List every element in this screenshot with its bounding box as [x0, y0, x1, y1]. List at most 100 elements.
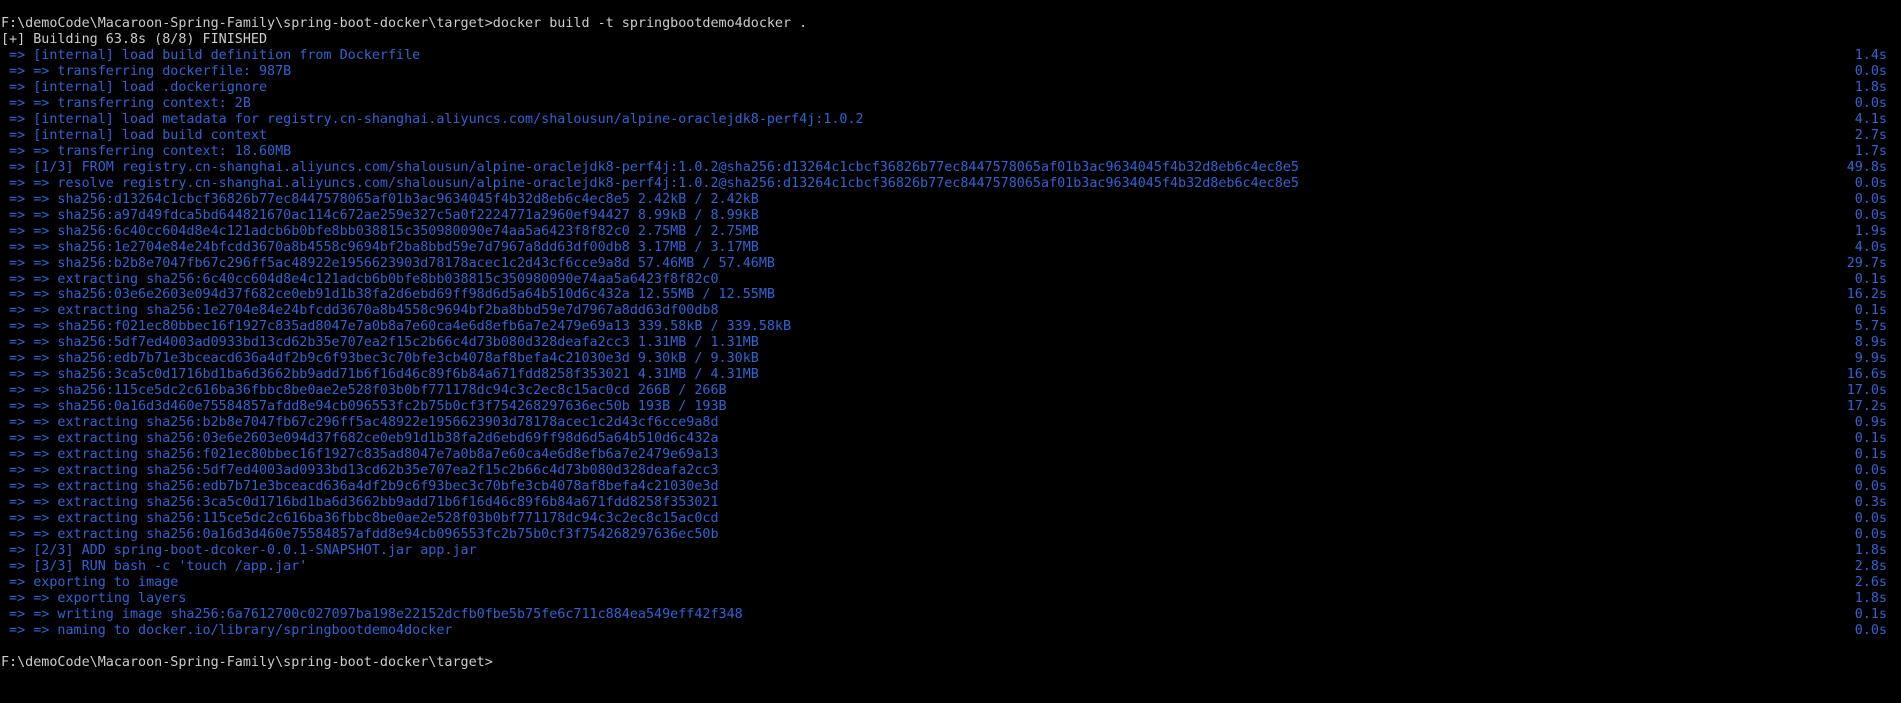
build-step-time: 0.1s	[1854, 271, 1887, 287]
build-output-line: => => sha256:115ce5dc2c616ba36fbbc8be0ae…	[0, 383, 1901, 399]
build-output-line: => => transferring context: 2B 0.0s	[0, 96, 1901, 112]
build-output-line: => => extracting sha256:1e2704e84e24bfcd…	[0, 303, 1901, 319]
build-step-text: => => sha256:0a16d3d460e75584857afdd8e94…	[1, 399, 727, 415]
terminal-window[interactable]: F:\demoCode\Macaroon-Spring-Family\sprin…	[0, 0, 1901, 672]
build-output-line: => => sha256:0a16d3d460e75584857afdd8e94…	[0, 399, 1901, 415]
build-output-line: => [internal] load .dockerignore 1.8s	[0, 80, 1901, 96]
build-step-text: => => sha256:6c40cc604d8e4c121adcb6b0bfe…	[1, 223, 759, 239]
build-step-text: => => extracting sha256:5df7ed4003ad0933…	[1, 463, 719, 479]
build-step-text: => => extracting sha256:115ce5dc2c616ba3…	[1, 511, 719, 527]
build-step-time: 0.1s	[1854, 303, 1887, 319]
build-step-time: 0.0s	[1854, 207, 1887, 223]
build-output-line: => => transferring dockerfile: 987B 0.0s	[0, 64, 1901, 80]
build-output-line: => => extracting sha256:edb7b71e3bceacd6…	[0, 479, 1901, 495]
build-step-time: 17.2s	[1846, 399, 1887, 415]
build-step-time: 0.0s	[1854, 622, 1887, 638]
build-step-text: => [internal] load build context	[1, 127, 268, 143]
build-step-text: => => extracting sha256:edb7b71e3bceacd6…	[1, 479, 719, 495]
final-prompt-line[interactable]: F:\demoCode\Macaroon-Spring-Family\sprin…	[0, 655, 1901, 671]
build-output-line: => => sha256:b2b8e7047fb67c296ff5ac48922…	[0, 256, 1901, 272]
build-output-line: => => sha256:1e2704e84e24bfcdd3670a8b455…	[0, 240, 1901, 256]
build-step-time: 0.3s	[1854, 495, 1887, 511]
command-line: F:\demoCode\Macaroon-Spring-Family\sprin…	[0, 16, 1901, 32]
build-step-time: 29.7s	[1846, 255, 1887, 271]
build-step-time: 0.0s	[1854, 95, 1887, 111]
build-output-line: => => extracting sha256:6c40cc604d8e4c12…	[0, 272, 1901, 288]
build-output-line: => => exporting layers 1.8s	[0, 591, 1901, 607]
build-header-text: [+] Building 63.8s (8/8) FINISHED	[1, 31, 268, 47]
build-step-text: => => sha256:edb7b71e3bceacd636a4df2b9c6…	[1, 351, 759, 367]
build-step-text: => => extracting sha256:03e6e2603e094d37…	[1, 431, 719, 447]
build-step-text: => => sha256:03e6e2603e094d37f682ce0eb91…	[1, 287, 775, 303]
build-step-text: => [1/3] FROM registry.cn-shanghai.aliyu…	[1, 159, 1299, 175]
build-step-time: 1.8s	[1854, 590, 1887, 606]
build-step-text: => => exporting layers	[1, 590, 187, 606]
build-step-time: 0.1s	[1854, 431, 1887, 447]
build-output-line: => [internal] load metadata for registry…	[0, 112, 1901, 128]
build-step-time: 0.1s	[1854, 606, 1887, 622]
build-step-time: 0.9s	[1854, 415, 1887, 431]
build-step-text: => [internal] load .dockerignore	[1, 79, 268, 95]
build-output: => [internal] load build definition from…	[0, 48, 1901, 639]
build-step-text: => => sha256:a97d49fdca5bd644821670ac114…	[1, 207, 759, 223]
build-step-text: => [2/3] ADD spring-boot-dcoker-0.0.1-SN…	[1, 542, 477, 558]
build-step-time: 16.2s	[1846, 287, 1887, 303]
build-step-time: 4.0s	[1854, 239, 1887, 255]
build-step-time: 0.0s	[1854, 63, 1887, 79]
build-step-time: 1.4s	[1854, 47, 1887, 63]
build-output-line: => => sha256:6c40cc604d8e4c121adcb6b0bfe…	[0, 224, 1901, 240]
build-step-time: 9.9s	[1854, 351, 1887, 367]
build-step-time: 0.0s	[1854, 191, 1887, 207]
build-output-line: => [3/3] RUN bash -c 'touch /app.jar' 2.8…	[0, 559, 1901, 575]
build-output-line: => [internal] load build definition from…	[0, 48, 1901, 64]
build-step-text: => => extracting sha256:f021ec80bbec16f1…	[1, 447, 719, 463]
build-output-line: => => sha256:5df7ed4003ad0933bd13cd62b35…	[0, 335, 1901, 351]
build-output-line: => [internal] load build context 2.7s	[0, 128, 1901, 144]
build-step-time: 49.8s	[1846, 159, 1887, 175]
build-step-time: 17.0s	[1846, 383, 1887, 399]
build-step-text: => => writing image sha256:6a7612700c027…	[1, 606, 743, 622]
build-step-text: => [3/3] RUN bash -c 'touch /app.jar'	[1, 558, 308, 574]
build-step-time: 4.1s	[1854, 111, 1887, 127]
build-output-line: => => extracting sha256:5df7ed4003ad0933…	[0, 463, 1901, 479]
build-step-time: 1.7s	[1854, 143, 1887, 159]
build-step-time: 1.8s	[1854, 542, 1887, 558]
build-step-time: 2.7s	[1854, 127, 1887, 143]
build-step-text: => => sha256:1e2704e84e24bfcdd3670a8b455…	[1, 239, 759, 255]
build-step-text: => => transferring dockerfile: 987B	[1, 63, 292, 79]
build-step-time: 8.9s	[1854, 335, 1887, 351]
build-step-time: 0.0s	[1854, 511, 1887, 527]
build-step-time: 0.0s	[1854, 527, 1887, 542]
build-step-time: 2.8s	[1854, 558, 1887, 574]
build-output-line: => exporting to image 2.6s	[0, 575, 1901, 591]
build-step-text: => => naming to docker.io/library/spring…	[1, 622, 453, 638]
build-step-text: => => extracting sha256:6c40cc604d8e4c12…	[1, 271, 719, 287]
build-step-time: 0.1s	[1854, 447, 1887, 463]
build-step-text: => => extracting sha256:b2b8e7047fb67c29…	[1, 415, 719, 431]
build-output-line: => => transferring context: 18.60MB 1.7s	[0, 144, 1901, 160]
build-output-line: => => sha256:3ca5c0d1716bd1ba6d3662bb9ad…	[0, 367, 1901, 383]
build-output-line: => => extracting sha256:b2b8e7047fb67c29…	[0, 415, 1901, 431]
build-output-line: => => sha256:d13264c1cbcf36826b77ec84475…	[0, 192, 1901, 208]
build-output-line: => => sha256:03e6e2603e094d37f682ce0eb91…	[0, 287, 1901, 303]
build-output-line: => => extracting sha256:0a16d3d460e75584…	[0, 527, 1901, 543]
build-output-line: => [2/3] ADD spring-boot-dcoker-0.0.1-SN…	[0, 543, 1901, 559]
build-step-text: => => sha256:115ce5dc2c616ba36fbbc8be0ae…	[1, 383, 727, 399]
build-step-text: => => sha256:3ca5c0d1716bd1ba6d3662bb9ad…	[1, 367, 759, 383]
build-step-time: 0.0s	[1854, 463, 1887, 479]
build-output-line: => => extracting sha256:3ca5c0d1716bd1ba…	[0, 495, 1901, 511]
build-output-line: => => extracting sha256:03e6e2603e094d37…	[0, 431, 1901, 447]
build-output-line: => => extracting sha256:115ce5dc2c616ba3…	[0, 511, 1901, 527]
final-prompt[interactable]: F:\demoCode\Macaroon-Spring-Family\sprin…	[1, 655, 493, 671]
build-step-text: => => resolve registry.cn-shanghai.aliyu…	[1, 175, 1299, 191]
build-step-time: 0.0s	[1854, 479, 1887, 495]
build-step-text: => [internal] load metadata for registry…	[1, 111, 864, 127]
build-step-text: => => transferring context: 18.60MB	[1, 143, 292, 159]
build-step-time: 1.9s	[1854, 223, 1887, 239]
build-step-text: => => sha256:5df7ed4003ad0933bd13cd62b35…	[1, 335, 759, 351]
build-output-line: => [1/3] FROM registry.cn-shanghai.aliyu…	[0, 160, 1901, 176]
build-step-time: 0.0s	[1854, 175, 1887, 191]
build-step-time: 1.8s	[1854, 79, 1887, 95]
build-step-text: => => transferring context: 2B	[1, 95, 251, 111]
